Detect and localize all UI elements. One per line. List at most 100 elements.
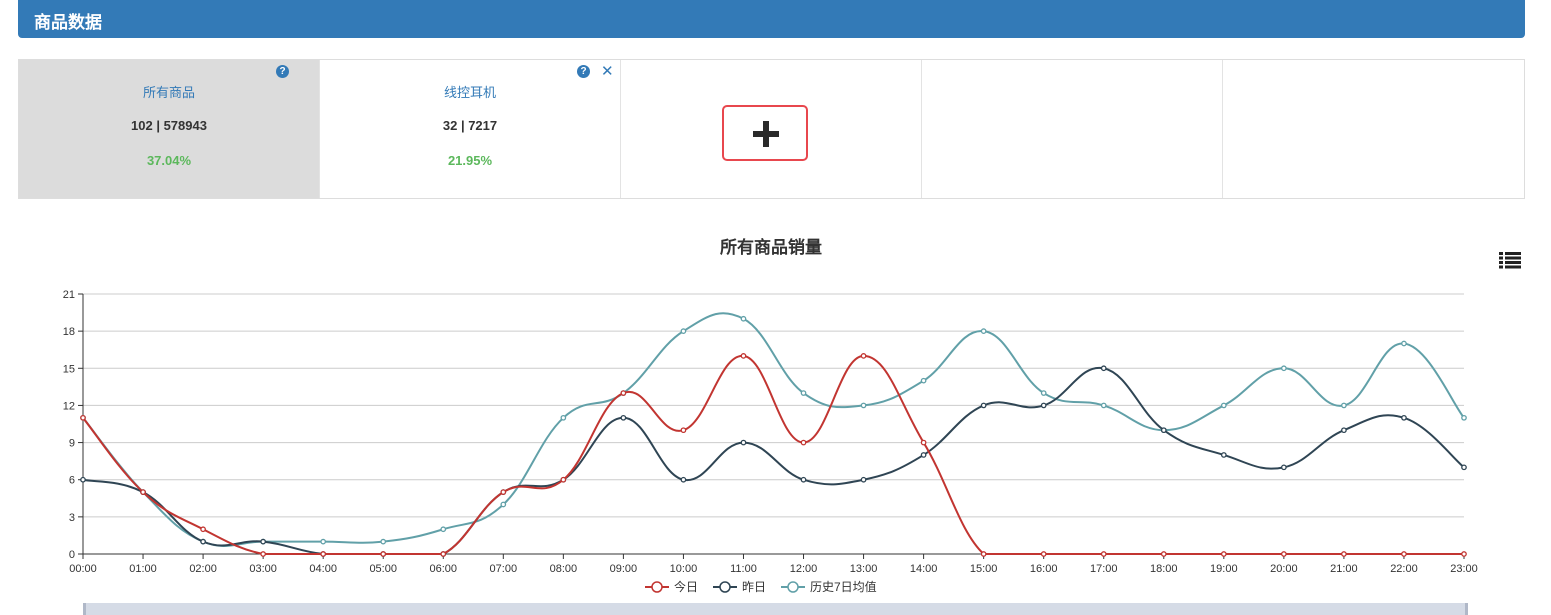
question-circle-icon[interactable]: ?	[577, 65, 590, 78]
sales-line-chart: 所有商品销量 0 3 6 9 12 15 18 21 00:00 01:00 02:00 03:00 0…	[63, 237, 1478, 594]
series-line	[82, 366, 1465, 555]
data-point[interactable]	[440, 526, 447, 533]
close-icon[interactable]: ✕	[601, 62, 614, 80]
product-card-percent: 21.95%	[447, 153, 493, 168]
x-tick-label: 04:00	[309, 563, 337, 575]
data-point[interactable]	[1461, 464, 1467, 471]
data-point[interactable]	[1220, 551, 1227, 557]
legend-marker	[651, 581, 663, 593]
data-point[interactable]	[680, 427, 687, 434]
data-point[interactable]	[740, 315, 747, 322]
data-point[interactable]	[380, 538, 387, 545]
data-point[interactable]	[1341, 427, 1347, 434]
x-tick-label: 07:00	[490, 563, 518, 575]
y-tick-label: 0	[69, 549, 75, 561]
legend-item[interactable]: 昨日	[713, 580, 766, 594]
data-point[interactable]	[1461, 551, 1467, 557]
legend-item[interactable]: 今日	[645, 579, 698, 594]
data-point[interactable]	[560, 476, 567, 483]
data-point[interactable]	[80, 476, 86, 483]
legend-marker	[787, 581, 799, 593]
x-tick-label: 21:00	[1330, 563, 1358, 575]
data-point[interactable]	[1401, 551, 1407, 557]
product-card-name: 所有商品	[142, 85, 195, 100]
data-point[interactable]	[860, 353, 867, 359]
legend-item[interactable]: 历史7日均值	[781, 579, 877, 594]
data-point[interactable]	[320, 551, 327, 557]
x-tick-label: 09:00	[610, 563, 638, 575]
product-card-all[interactable]: ? 所有商品 102 | 578943 37.04%	[19, 60, 320, 198]
data-point[interactable]	[500, 489, 507, 495]
product-card-empty-slot	[922, 60, 1223, 198]
data-point[interactable]	[1401, 340, 1407, 347]
data-point[interactable]	[260, 551, 266, 557]
data-point[interactable]	[1281, 464, 1287, 471]
data-point[interactable]	[1040, 390, 1047, 396]
x-tick-label: 16:00	[1030, 563, 1058, 575]
data-point[interactable]	[860, 402, 867, 409]
data-point[interactable]	[1341, 551, 1347, 557]
data-point[interactable]	[800, 439, 807, 446]
data-point[interactable]	[1040, 551, 1047, 557]
data-point[interactable]	[1100, 402, 1107, 409]
question-circle-icon[interactable]: ?	[276, 65, 289, 78]
data-point[interactable]	[980, 402, 987, 409]
product-card-earphone[interactable]: ? ✕ 线控耳机 32 | 7217 21.95%	[320, 60, 621, 198]
data-point[interactable]	[1220, 402, 1227, 409]
data-point[interactable]	[800, 390, 807, 396]
x-tick-label: 14:00	[910, 563, 938, 575]
data-point[interactable]	[920, 452, 927, 458]
data-point[interactable]	[1281, 551, 1287, 557]
product-cards: ? 所有商品 102 | 578943 37.04% ? ✕ 线控耳机 32 |…	[18, 59, 1525, 199]
data-point[interactable]	[440, 551, 447, 557]
x-tick-label: 13:00	[850, 563, 878, 575]
data-point[interactable]	[200, 526, 206, 533]
x-tick-label: 18:00	[1150, 563, 1178, 575]
data-point[interactable]	[1341, 402, 1347, 409]
data-point[interactable]	[920, 439, 927, 446]
data-point[interactable]	[1160, 551, 1167, 557]
product-card-count: 102 | 578943	[131, 118, 207, 133]
data-point[interactable]	[1100, 365, 1107, 372]
y-tick-label: 3	[69, 512, 75, 524]
data-point[interactable]	[980, 551, 987, 557]
data-point[interactable]	[500, 501, 507, 508]
y-tick-label: 18	[63, 326, 75, 338]
x-tick-label: 22:00	[1390, 563, 1418, 575]
x-tick-label: 08:00	[550, 563, 578, 575]
data-point[interactable]	[1040, 402, 1047, 409]
data-point[interactable]	[680, 476, 687, 483]
x-tick-label: 12:00	[790, 563, 818, 575]
x-tick-label: 19:00	[1210, 563, 1238, 575]
data-zoom-slider[interactable]	[83, 603, 1468, 615]
data-point[interactable]	[680, 328, 687, 334]
add-product-button[interactable]	[722, 105, 808, 161]
series-line	[82, 354, 1464, 555]
data-point[interactable]	[980, 328, 987, 334]
x-tick-label: 17:00	[1090, 563, 1118, 575]
data-point[interactable]	[1160, 427, 1167, 434]
data-point[interactable]	[260, 538, 266, 545]
data-point[interactable]	[1281, 365, 1287, 372]
data-point[interactable]	[620, 414, 627, 421]
data-point[interactable]	[1100, 551, 1107, 557]
data-point[interactable]	[80, 414, 86, 421]
y-tick-label: 21	[63, 289, 75, 301]
data-point[interactable]	[860, 476, 867, 483]
data-point[interactable]	[800, 476, 807, 483]
product-card-add-slot	[621, 60, 922, 198]
data-point[interactable]	[1220, 452, 1227, 458]
data-point[interactable]	[200, 538, 206, 545]
data-point[interactable]	[740, 353, 747, 359]
data-point[interactable]	[140, 489, 146, 495]
data-point[interactable]	[560, 414, 567, 421]
data-point[interactable]	[740, 439, 747, 446]
legend-label: 昨日	[742, 580, 766, 594]
data-point[interactable]	[1461, 414, 1467, 421]
data-point[interactable]	[320, 538, 327, 545]
y-tick-label: 9	[69, 438, 75, 450]
data-point[interactable]	[920, 377, 927, 384]
data-point[interactable]	[380, 551, 387, 557]
data-point[interactable]	[620, 390, 627, 396]
data-point[interactable]	[1401, 414, 1407, 421]
